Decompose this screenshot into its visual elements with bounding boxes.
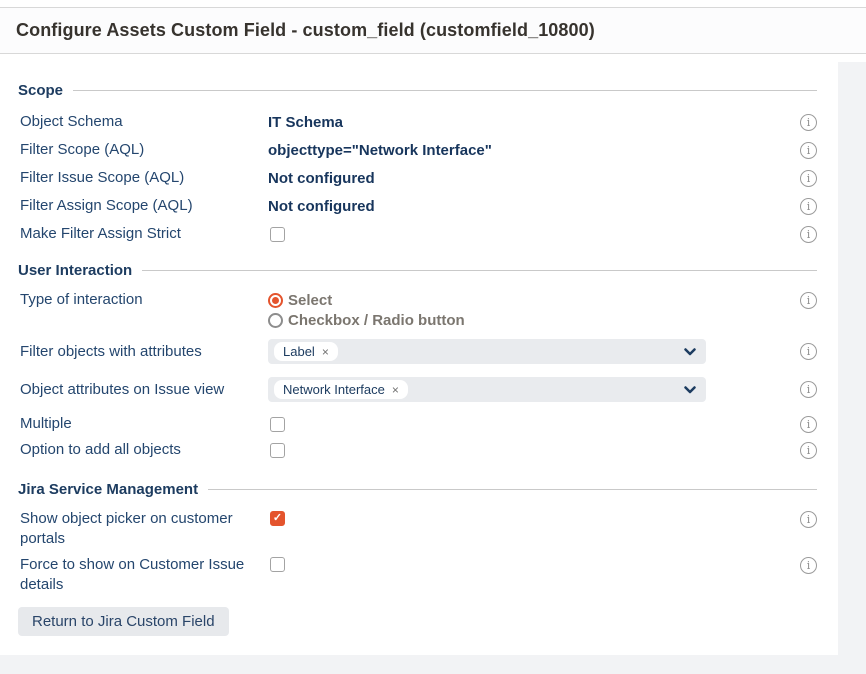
radio-option-select-label: Select bbox=[288, 291, 333, 309]
section-divider bbox=[73, 89, 817, 91]
filter-assign-scope-label: Filter Assign Scope (AQL) bbox=[20, 197, 193, 214]
force-show-customer-issue-checkbox[interactable] bbox=[270, 557, 285, 572]
row-type-of-interaction: Type of interaction Select Checkbox / Ra… bbox=[18, 290, 817, 330]
row-filter-scope: Filter Scope (AQL) objecttype="Network I… bbox=[18, 136, 817, 164]
make-filter-assign-strict-checkbox[interactable] bbox=[270, 226, 285, 242]
row-force-show-customer-issue: Force to show on Customer Issue details … bbox=[18, 555, 817, 595]
show-object-picker-label: Show object picker on customer portals bbox=[20, 510, 233, 547]
option-add-all-objects-label: Option to add all objects bbox=[20, 441, 181, 458]
info-icon[interactable]: i bbox=[800, 415, 817, 433]
row-make-filter-assign-strict: Make Filter Assign Strict i bbox=[18, 220, 817, 248]
tag-label: Label bbox=[283, 344, 315, 359]
type-of-interaction-label: Type of interaction bbox=[20, 291, 143, 308]
radio-option-checkbox-radio-label: Checkbox / Radio button bbox=[288, 311, 465, 329]
info-icon[interactable]: i bbox=[800, 169, 817, 187]
row-multiple: Multiple i bbox=[18, 411, 817, 437]
filter-issue-scope-value: Not configured bbox=[268, 169, 375, 187]
issue-view-attributes-select[interactable]: Network Interface × bbox=[268, 377, 706, 402]
multiple-checkbox[interactable] bbox=[270, 416, 285, 432]
selected-tag: Label × bbox=[274, 342, 338, 361]
filter-assign-scope-value: Not configured bbox=[268, 197, 375, 215]
chevron-down-icon[interactable] bbox=[684, 385, 696, 394]
footer-background-strip bbox=[0, 655, 866, 674]
config-form: Scope Object Schema IT Schema i Filter S… bbox=[0, 80, 838, 636]
object-attributes-issue-view-label: Object attributes on Issue view bbox=[20, 380, 225, 398]
check-icon: ✓ bbox=[272, 512, 283, 524]
right-background-strip bbox=[838, 62, 866, 655]
info-icon[interactable]: i bbox=[800, 557, 817, 574]
radio-unselected-icon[interactable] bbox=[268, 312, 283, 328]
row-object-attributes-issue-view: Object attributes on Issue view Network … bbox=[18, 377, 817, 402]
multiple-label: Multiple bbox=[20, 415, 72, 432]
show-object-picker-checkbox[interactable]: ✓ bbox=[270, 511, 285, 526]
info-icon[interactable]: i bbox=[800, 381, 817, 398]
row-filter-issue-scope: Filter Issue Scope (AQL) Not configured … bbox=[18, 164, 817, 192]
row-option-add-all-objects: Option to add all objects i bbox=[18, 437, 817, 463]
tag-remove-icon[interactable]: × bbox=[392, 383, 399, 397]
row-filter-assign-scope: Filter Assign Scope (AQL) Not configured… bbox=[18, 192, 817, 220]
scope-rows: Object Schema IT Schema i Filter Scope (… bbox=[18, 108, 817, 248]
section-jsm-title: Jira Service Management bbox=[18, 480, 199, 498]
section-divider bbox=[208, 488, 817, 490]
filter-issue-scope-label: Filter Issue Scope (AQL) bbox=[20, 169, 185, 186]
section-scope-title: Scope bbox=[18, 81, 64, 99]
object-schema-label: Object Schema bbox=[20, 113, 123, 130]
section-jsm-header: Jira Service Management bbox=[18, 479, 817, 499]
row-filter-objects-with-attributes: Filter objects with attributes Label × i bbox=[18, 339, 817, 364]
radio-option-select[interactable]: Select bbox=[268, 290, 797, 310]
row-show-object-picker: Show object picker on customer portals ✓… bbox=[18, 509, 817, 549]
filter-attributes-select[interactable]: Label × bbox=[268, 339, 706, 364]
info-icon[interactable]: i bbox=[800, 225, 817, 243]
info-icon[interactable]: i bbox=[800, 141, 817, 159]
section-scope-header: Scope bbox=[18, 80, 817, 100]
make-filter-assign-strict-label: Make Filter Assign Strict bbox=[20, 225, 181, 242]
section-user-interaction-title: User Interaction bbox=[18, 261, 133, 279]
type-of-interaction-radio-group: Select Checkbox / Radio button bbox=[268, 290, 797, 330]
radio-option-checkbox-radio[interactable]: Checkbox / Radio button bbox=[268, 310, 797, 330]
return-to-jira-custom-field-button[interactable]: Return to Jira Custom Field bbox=[18, 607, 229, 636]
object-schema-value: IT Schema bbox=[268, 113, 344, 131]
page-title: Configure Assets Custom Field - custom_f… bbox=[16, 20, 595, 40]
section-user-interaction-header: User Interaction bbox=[18, 260, 817, 280]
chevron-down-icon[interactable] bbox=[684, 347, 696, 356]
tag-label: Network Interface bbox=[283, 382, 385, 397]
option-add-all-objects-checkbox[interactable] bbox=[270, 442, 285, 458]
info-icon[interactable]: i bbox=[800, 197, 817, 215]
info-icon[interactable]: i bbox=[800, 113, 817, 131]
selected-tag: Network Interface × bbox=[274, 380, 408, 399]
info-icon[interactable]: i bbox=[800, 343, 817, 360]
info-icon[interactable]: i bbox=[800, 441, 817, 459]
filter-objects-with-attributes-label: Filter objects with attributes bbox=[20, 342, 202, 360]
info-icon[interactable]: i bbox=[800, 292, 817, 309]
filter-scope-label: Filter Scope (AQL) bbox=[20, 141, 145, 158]
info-icon[interactable]: i bbox=[800, 511, 817, 528]
filter-scope-value: objecttype="Network Interface" bbox=[268, 141, 492, 159]
tag-remove-icon[interactable]: × bbox=[322, 345, 329, 359]
radio-selected-icon[interactable] bbox=[268, 292, 283, 308]
force-show-customer-issue-label: Force to show on Customer Issue details bbox=[20, 556, 245, 593]
section-divider bbox=[142, 269, 817, 271]
page-header: Configure Assets Custom Field - custom_f… bbox=[0, 7, 866, 54]
row-object-schema: Object Schema IT Schema i bbox=[18, 108, 817, 136]
